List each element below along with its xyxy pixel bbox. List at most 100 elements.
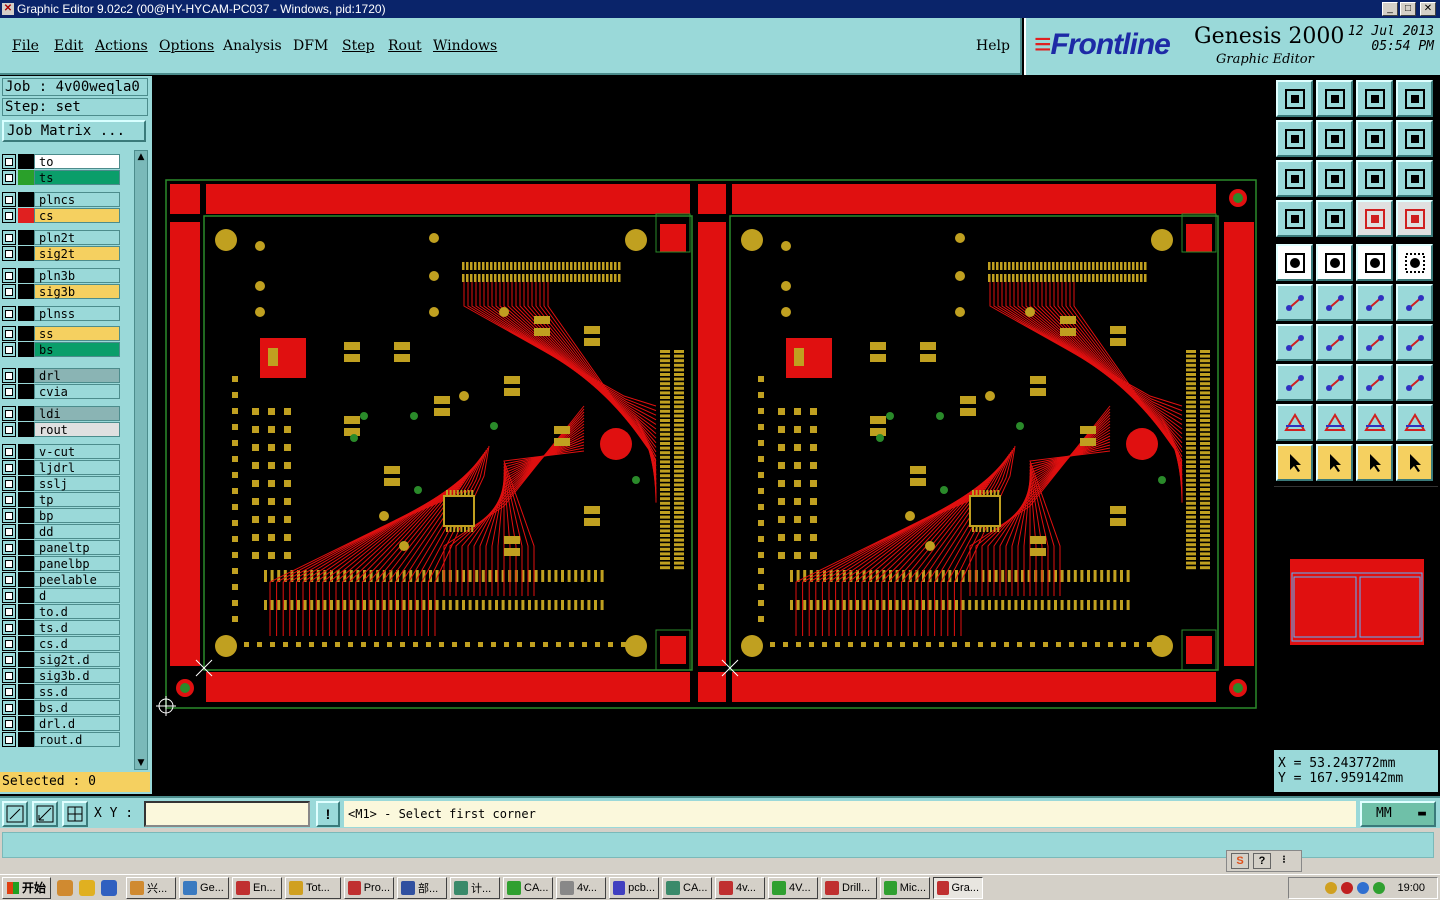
circle-icon[interactable]: [1396, 244, 1433, 281]
ime-toolbar[interactable]: S ? ⁝: [1226, 850, 1302, 872]
layer-row-ldi[interactable]: ldi: [2, 406, 120, 421]
flip-icon[interactable]: [1356, 120, 1393, 157]
pan-right-icon[interactable]: [1316, 120, 1353, 157]
snap-icon[interactable]: [1276, 200, 1313, 237]
layer-checkbox[interactable]: [2, 154, 16, 169]
tray-icon[interactable]: [1357, 882, 1370, 894]
pin-icon[interactable]: [1316, 200, 1353, 237]
menu-edit[interactable]: Edit: [54, 38, 83, 54]
layer-row-drl-d[interactable]: drl.d: [2, 716, 120, 731]
taskbar-app-button[interactable]: Pro...: [344, 876, 395, 899]
layer-checkbox[interactable]: [2, 284, 16, 299]
ime-help-icon[interactable]: ?: [1253, 853, 1271, 869]
layer-checkbox[interactable]: [2, 716, 16, 731]
quicklaunch-browser-icon[interactable]: [101, 879, 118, 896]
layer-color-swatch[interactable]: [18, 154, 34, 169]
layer-row-drl[interactable]: drl: [2, 368, 120, 383]
layer-color-swatch[interactable]: [18, 268, 34, 283]
layer-checkbox[interactable]: [2, 588, 16, 603]
layer-color-swatch[interactable]: [18, 368, 34, 383]
triangle2-icon[interactable]: [1316, 404, 1353, 441]
layer-row-pln2t[interactable]: pln2t: [2, 230, 120, 245]
layer-color-swatch[interactable]: [18, 572, 34, 587]
layer-row-panelbp[interactable]: panelbp: [2, 556, 120, 571]
maximize-button[interactable]: □: [1400, 2, 1416, 16]
taskbar-app-button[interactable]: 4V...: [768, 876, 819, 899]
ruler-icon[interactable]: [1356, 244, 1393, 281]
menu-options[interactable]: Options: [159, 38, 214, 54]
ime-s-icon[interactable]: S: [1231, 853, 1249, 869]
layer-row-sslj[interactable]: sslj: [2, 476, 120, 491]
layer-checkbox[interactable]: [2, 572, 16, 587]
layer-checkbox[interactable]: [2, 540, 16, 555]
tray-icon[interactable]: [1373, 882, 1386, 894]
dash-icon[interactable]: [1316, 364, 1353, 401]
xy-input[interactable]: [144, 801, 310, 827]
menu-help[interactable]: Help: [976, 38, 1010, 54]
layer-row-sig3b-d[interactable]: sig3b.d: [2, 668, 120, 683]
zoom-fit-icon[interactable]: [2, 801, 28, 827]
layer-row-bs[interactable]: bs: [2, 342, 120, 357]
line-point2-icon[interactable]: [1396, 284, 1433, 321]
layer-checkbox[interactable]: [2, 406, 16, 421]
graphic-canvas[interactable]: [152, 76, 1272, 794]
quicklaunch-media-icon[interactable]: [79, 879, 96, 896]
layer-color-swatch[interactable]: [18, 384, 34, 399]
group-icon[interactable]: [1396, 364, 1433, 401]
layer-row-cs-d[interactable]: cs.d: [2, 636, 120, 651]
layer-row-v-cut[interactable]: v-cut: [2, 444, 120, 459]
tray-icon[interactable]: [1341, 882, 1354, 894]
layer-checkbox[interactable]: [2, 684, 16, 699]
angle-icon[interactable]: [1276, 324, 1313, 361]
job-matrix-button[interactable]: Job Matrix ...: [2, 120, 146, 142]
taskbar-app-button[interactable]: pcb...: [609, 876, 660, 899]
layer-color-swatch[interactable]: [18, 604, 34, 619]
taskbar-app-button[interactable]: Gra...: [933, 876, 984, 899]
scroll-down-icon[interactable]: ▼: [135, 757, 147, 769]
layer-checkbox[interactable]: [2, 342, 16, 357]
box-icon[interactable]: [1356, 364, 1393, 401]
taskbar-app-button[interactable]: Drill...: [821, 876, 878, 899]
help-icon[interactable]: [1396, 160, 1433, 197]
taskbar-app-button[interactable]: 4v...: [715, 876, 766, 899]
layer-row-ss-d[interactable]: ss.d: [2, 684, 120, 699]
start-button[interactable]: 开始: [2, 876, 52, 899]
layer-color-swatch[interactable]: [18, 284, 34, 299]
layer-row-sig2t[interactable]: sig2t: [2, 246, 120, 261]
taskbar-app-button[interactable]: 计...: [450, 876, 501, 899]
layer-row-sig2t-d[interactable]: sig2t.d: [2, 652, 120, 667]
layer-color-swatch[interactable]: [18, 508, 34, 523]
taskbar-app-button[interactable]: Ge...: [179, 876, 230, 899]
grid-icon[interactable]: [62, 801, 88, 827]
move-icon[interactable]: [1276, 364, 1313, 401]
layer-color-swatch[interactable]: [18, 170, 34, 185]
layer-checkbox[interactable]: [2, 732, 16, 747]
layer-color-swatch[interactable]: [18, 556, 34, 571]
zoom-in-icon[interactable]: [1276, 80, 1313, 117]
measure-icon[interactable]: [32, 801, 58, 827]
select-icon[interactable]: [1276, 244, 1313, 281]
center-icon[interactable]: [1316, 160, 1353, 197]
layer-color-swatch[interactable]: [18, 492, 34, 507]
layer-color-swatch[interactable]: [18, 192, 34, 207]
layer-color-swatch[interactable]: [18, 668, 34, 683]
cross-icon[interactable]: [1316, 284, 1353, 321]
taskbar-app-button[interactable]: 兴...: [126, 876, 177, 899]
layer-checkbox[interactable]: [2, 460, 16, 475]
layer-display2-icon[interactable]: [1396, 200, 1433, 237]
line-point-icon[interactable]: [1356, 284, 1393, 321]
path-icon[interactable]: [1396, 444, 1433, 481]
layer-checkbox[interactable]: [2, 700, 16, 715]
close-button[interactable]: ✕: [1420, 2, 1436, 16]
layer-checkbox[interactable]: [2, 326, 16, 341]
layer-color-swatch[interactable]: [18, 540, 34, 555]
taskbar-app-button[interactable]: 部...: [397, 876, 448, 899]
layer-color-swatch[interactable]: [18, 476, 34, 491]
layer-checkbox[interactable]: [2, 620, 16, 635]
layer-color-swatch[interactable]: [18, 208, 34, 223]
layer-row-sig3b[interactable]: sig3b: [2, 284, 120, 299]
taskbar-app-button[interactable]: CA...: [503, 876, 554, 899]
layer-color-swatch[interactable]: [18, 620, 34, 635]
layer-checkbox[interactable]: [2, 208, 16, 223]
layer-color-swatch[interactable]: [18, 588, 34, 603]
